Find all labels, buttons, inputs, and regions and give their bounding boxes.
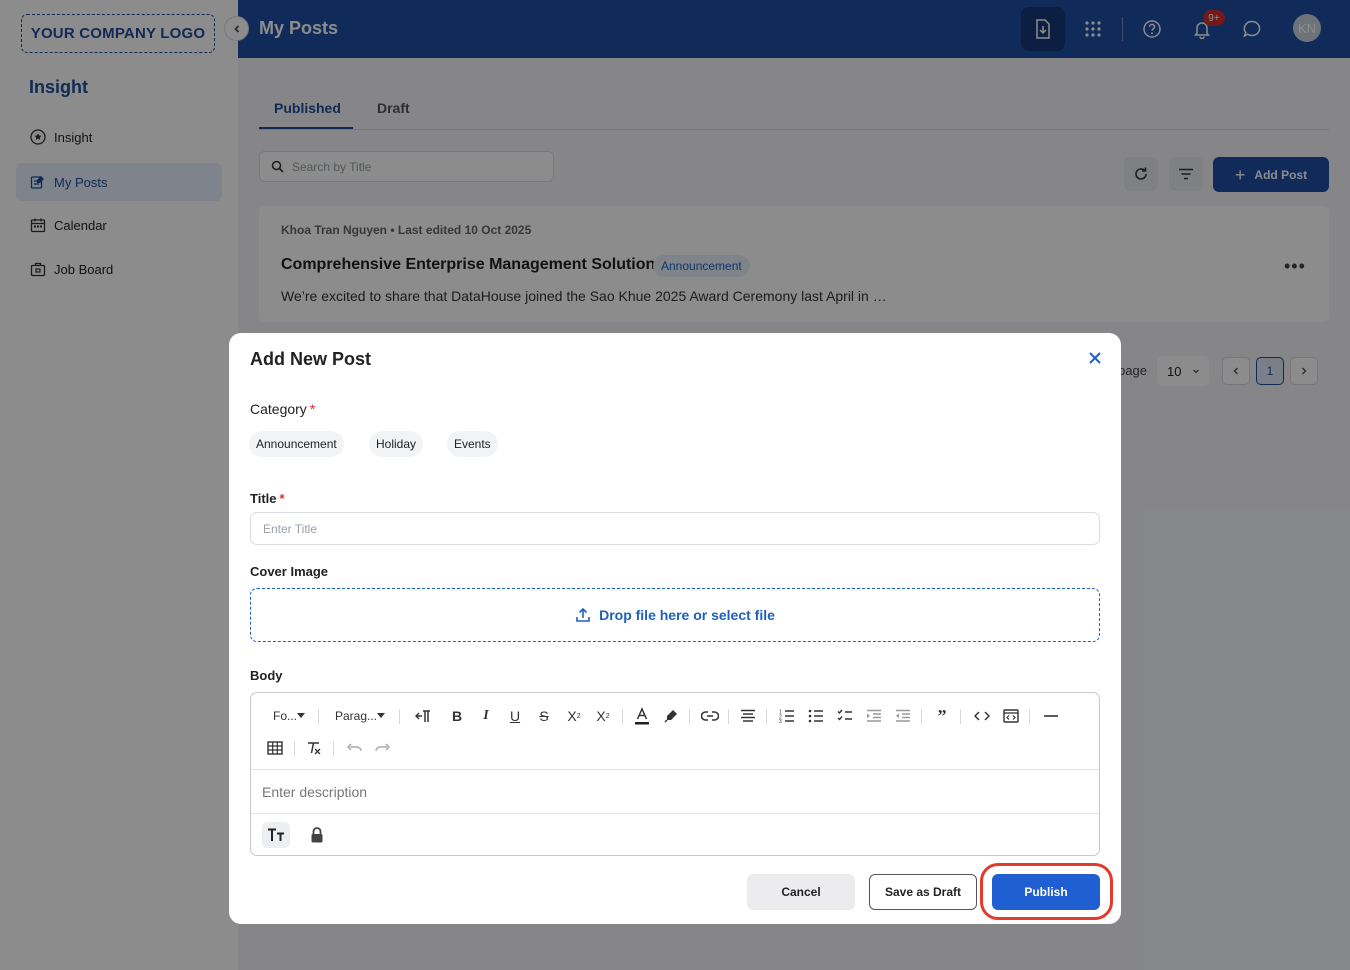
text-format-toggle-icon[interactable] — [262, 822, 290, 848]
font-family-select[interactable]: Fo... — [269, 704, 309, 728]
checklist-icon[interactable] — [834, 704, 856, 728]
toolbar-separator — [766, 709, 767, 724]
outdent-icon[interactable] — [892, 704, 914, 728]
upload-icon — [575, 607, 591, 623]
bullet-list-icon[interactable] — [805, 704, 827, 728]
lock-icon[interactable] — [303, 822, 331, 848]
cover-image-label: Cover Image — [250, 564, 329, 579]
toolbar-separator — [622, 709, 623, 724]
cancel-button[interactable]: Cancel — [747, 874, 855, 910]
add-post-dialog: Add New Post Category * Announcement Holi… — [229, 333, 1121, 924]
required-asterisk: * — [309, 401, 316, 417]
table-icon[interactable] — [264, 736, 286, 760]
clear-formatting-icon[interactable] — [303, 736, 325, 760]
highlight-icon[interactable] — [660, 704, 682, 728]
toolbar-separator — [1029, 709, 1030, 724]
toolbar-separator — [294, 741, 295, 756]
blockquote-icon[interactable]: ” — [931, 704, 953, 728]
toolbar-separator — [333, 741, 334, 756]
undo-icon[interactable] — [343, 736, 365, 760]
body-textarea[interactable]: Enter description — [262, 784, 367, 800]
redo-icon[interactable] — [372, 736, 394, 760]
category-chip-holiday[interactable]: Holiday — [369, 431, 424, 457]
close-button[interactable] — [1086, 349, 1104, 367]
code-icon[interactable] — [971, 704, 993, 728]
rich-text-editor: Fo... Parag... B I U S X2 X2 1 2 3 ” Ent… — [250, 692, 1100, 856]
title-label: Title * — [250, 491, 285, 506]
superscript-icon[interactable]: X2 — [591, 704, 615, 728]
toolbar-separator — [689, 709, 690, 724]
text-direction-icon[interactable] — [412, 704, 434, 728]
dialog-title: Add New Post — [250, 349, 372, 369]
bold-icon[interactable]: B — [446, 704, 468, 728]
toolbar-separator — [399, 709, 400, 724]
toolbar-separator — [960, 709, 961, 724]
editor-toolbar-row-2 — [251, 732, 1099, 764]
underline-icon[interactable]: U — [504, 704, 526, 728]
editor-divider — [251, 769, 1099, 770]
block-format-select[interactable]: Parag... — [331, 704, 389, 728]
body-label: Body — [250, 668, 283, 683]
chevron-down-icon — [377, 713, 386, 718]
strikethrough-icon[interactable]: S — [533, 704, 555, 728]
category-chip-announcement[interactable]: Announcement — [249, 431, 344, 457]
publish-button[interactable]: Publish — [992, 874, 1100, 910]
required-asterisk: * — [279, 491, 285, 506]
toolbar-separator — [728, 709, 729, 724]
toolbar-separator — [318, 709, 319, 724]
title-input[interactable] — [250, 512, 1100, 545]
category-chip-events[interactable]: Events — [447, 431, 498, 457]
save-draft-button[interactable]: Save as Draft — [869, 874, 977, 910]
category-label: Category * — [250, 401, 316, 417]
indent-icon[interactable] — [863, 704, 885, 728]
cover-image-dropzone[interactable]: Drop file here or select file — [250, 588, 1100, 642]
code-block-icon[interactable] — [1000, 704, 1022, 728]
text-color-icon[interactable] — [631, 704, 653, 728]
chevron-down-icon — [297, 713, 305, 718]
link-icon[interactable] — [699, 704, 721, 728]
subscript-icon[interactable]: X2 — [562, 704, 586, 728]
editor-divider — [251, 813, 1099, 814]
align-icon[interactable] — [737, 704, 759, 728]
svg-text:3: 3 — [779, 719, 782, 723]
numbered-list-icon[interactable]: 123 — [776, 704, 798, 728]
horizontal-rule-icon[interactable] — [1040, 704, 1062, 728]
italic-icon[interactable]: I — [475, 704, 497, 728]
close-icon — [1089, 352, 1101, 364]
editor-toolbar-row-1: Fo... Parag... B I U S X2 X2 1 2 3 ” — [251, 700, 1099, 732]
toolbar-separator — [921, 709, 922, 724]
